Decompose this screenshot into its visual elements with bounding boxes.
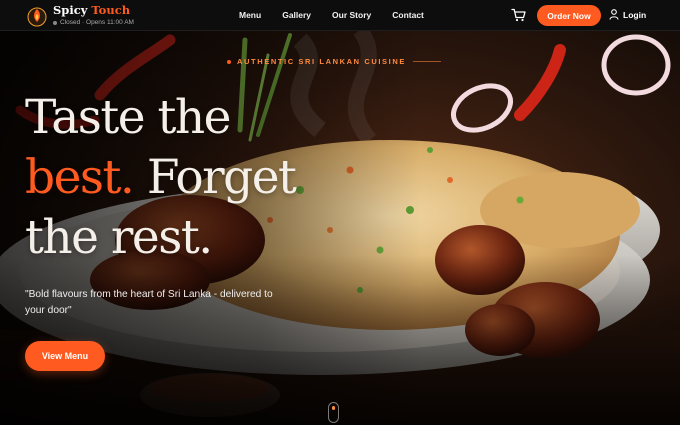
eyebrow-text: AUTHENTIC SRI LANKAN CUISINE (237, 57, 406, 66)
nav-link-contact[interactable]: Contact (392, 10, 424, 20)
nav-link-our-story[interactable]: Our Story (332, 10, 371, 20)
headline-line-1: Taste the (25, 90, 231, 145)
view-menu-button[interactable]: View Menu (25, 341, 105, 371)
hero-tagline: "Bold flavours from the heart of Sri Lan… (25, 289, 273, 316)
nav-link-menu[interactable]: Menu (239, 10, 261, 20)
status-dot (53, 20, 57, 25)
hero-eyebrow: AUTHENTIC SRI LANKAN CUISINE (227, 57, 441, 66)
order-now-button[interactable]: Order Now (537, 5, 601, 26)
brand-logo-link[interactable]: Spicy Touch Closed · Opens 11:00 AM (27, 4, 134, 27)
flame-logo-icon (27, 7, 47, 26)
top-navigation-bar: Spicy Touch Closed · Opens 11:00 AM Menu… (0, 0, 680, 31)
shopping-cart-icon[interactable] (511, 8, 526, 22)
scroll-wheel-dot (332, 406, 335, 410)
hero-headline: Taste the best. Forget the rest. (25, 88, 297, 268)
headline-line-3: the rest. (25, 210, 213, 265)
login-link[interactable]: Login (609, 9, 646, 20)
nav-link-gallery[interactable]: Gallery (282, 10, 311, 20)
headline-accent: best. (25, 150, 135, 205)
eyebrow-divider (412, 61, 441, 62)
user-icon (609, 9, 619, 20)
opening-status: Closed · Opens 11:00 AM (53, 18, 134, 27)
login-label: Login (623, 9, 647, 20)
scroll-mouse-icon[interactable] (328, 402, 339, 423)
headline-line-2-rest: Forget (146, 150, 297, 205)
eyebrow-dot (227, 59, 231, 64)
main-nav: Menu Gallery Our Story Contact (239, 0, 445, 30)
brand-name: Spicy Touch (53, 3, 131, 17)
headline-line-2: best. Forget (25, 148, 297, 208)
